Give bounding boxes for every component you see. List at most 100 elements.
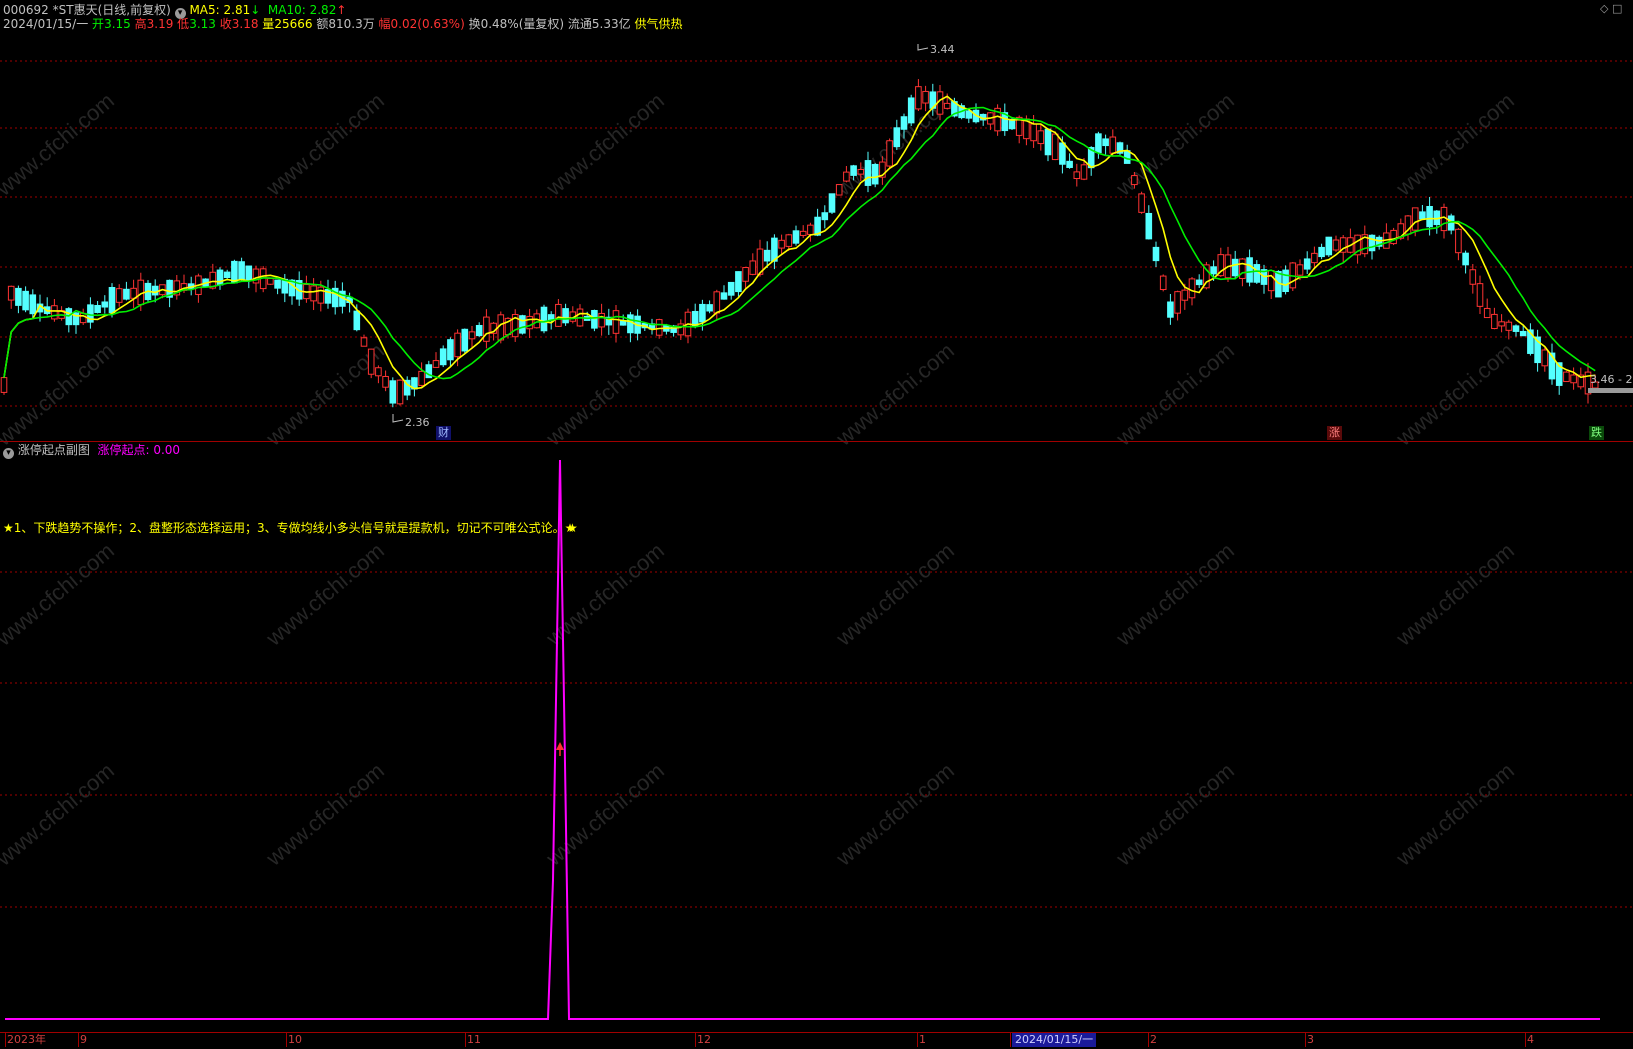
candle bbox=[1116, 141, 1124, 156]
candle-body bbox=[1368, 234, 1376, 252]
close-value: 3.18 bbox=[231, 17, 259, 31]
candle bbox=[612, 304, 620, 343]
candle-body bbox=[857, 168, 865, 175]
watermark: www.cfchi.com bbox=[1111, 538, 1239, 651]
collapse-icon[interactable]: ◇ bbox=[1600, 2, 1608, 15]
timeline-label: 1 bbox=[919, 1033, 926, 1046]
candle bbox=[1095, 131, 1102, 159]
candle-body bbox=[267, 278, 274, 285]
candle-body bbox=[1102, 138, 1109, 147]
candle-body bbox=[360, 337, 368, 347]
watermark: www.cfchi.com bbox=[541, 338, 669, 451]
candle-body bbox=[699, 303, 706, 323]
timeline-tick bbox=[5, 1033, 6, 1047]
candle bbox=[1455, 227, 1462, 261]
candle-body bbox=[216, 269, 224, 286]
watermark: www.cfchi.com bbox=[541, 88, 669, 201]
finance-tag[interactable]: 财 bbox=[436, 426, 451, 440]
candle bbox=[7, 285, 15, 309]
watermark: www.cfchi.com bbox=[1391, 338, 1519, 451]
candle-body bbox=[886, 140, 893, 167]
candle bbox=[555, 299, 562, 327]
candle bbox=[720, 285, 728, 300]
high-value: 3.19 bbox=[146, 17, 174, 31]
candle-body bbox=[871, 163, 879, 185]
candle-body bbox=[223, 271, 231, 279]
candle-body bbox=[1246, 257, 1253, 283]
high-price-marker: 3.44 bbox=[930, 43, 955, 56]
candle bbox=[1383, 223, 1390, 249]
timeline-tick bbox=[78, 1033, 79, 1047]
candle-body bbox=[792, 230, 800, 244]
candle bbox=[1491, 307, 1498, 330]
candle bbox=[1282, 265, 1289, 295]
candle-body bbox=[1195, 279, 1203, 286]
candle bbox=[1462, 250, 1469, 274]
timeline-label: 10 bbox=[288, 1033, 302, 1046]
candle-body bbox=[1282, 269, 1289, 293]
sector-tag[interactable]: 供气供热 bbox=[634, 17, 682, 31]
candle-body bbox=[123, 288, 130, 300]
candle bbox=[15, 285, 22, 314]
candle-body bbox=[1167, 301, 1174, 318]
candle-body bbox=[94, 305, 101, 313]
limit-up-tag[interactable]: 涨 bbox=[1327, 426, 1342, 440]
open-value: 3.15 bbox=[104, 17, 131, 31]
candle-body bbox=[828, 193, 836, 213]
candle-body bbox=[627, 314, 634, 334]
candle-body bbox=[483, 316, 490, 342]
timeline-cursor-date: 2024/01/15/一 bbox=[1012, 1033, 1097, 1047]
candle bbox=[605, 308, 613, 335]
watermark: www.cfchi.com bbox=[831, 538, 959, 651]
candle-body bbox=[454, 332, 461, 358]
limit-down-tag[interactable]: 跌 bbox=[1589, 426, 1604, 440]
candle-body bbox=[785, 234, 793, 247]
pane-separator[interactable] bbox=[0, 441, 1633, 442]
sub-settings-icon[interactable]: ▾ bbox=[3, 448, 14, 459]
candle bbox=[987, 112, 994, 131]
candle bbox=[569, 306, 577, 324]
candle bbox=[468, 325, 476, 349]
candle-body bbox=[706, 304, 713, 312]
candle-body bbox=[720, 292, 728, 300]
candle bbox=[1347, 228, 1354, 254]
candle-body bbox=[1095, 133, 1102, 154]
candle-body bbox=[598, 312, 605, 328]
candle bbox=[677, 319, 685, 341]
close-label: 收 bbox=[219, 17, 232, 31]
candle bbox=[907, 94, 915, 126]
candle bbox=[713, 289, 721, 321]
candle bbox=[396, 379, 404, 406]
candle-body bbox=[151, 285, 159, 296]
watermark: www.cfchi.com bbox=[1391, 538, 1519, 651]
candle bbox=[1440, 203, 1448, 239]
watermark: www.cfchi.com bbox=[1111, 758, 1239, 871]
candle-body bbox=[1231, 258, 1239, 277]
candle bbox=[1469, 264, 1477, 294]
candle-body bbox=[389, 380, 397, 404]
candle-body bbox=[310, 285, 317, 302]
candle-body bbox=[1080, 164, 1088, 180]
candle bbox=[915, 79, 922, 112]
candle bbox=[994, 104, 1001, 136]
candle bbox=[519, 314, 526, 335]
volume-value: 25666 bbox=[274, 17, 313, 31]
candle-body bbox=[317, 286, 325, 304]
change-value: 0.02(0.63%) bbox=[390, 17, 465, 31]
change-label: 幅 bbox=[378, 17, 391, 31]
candle bbox=[360, 334, 368, 347]
open-label: 开 bbox=[92, 17, 105, 31]
timeline-tick bbox=[286, 1033, 287, 1047]
expand-icon[interactable]: □ bbox=[1612, 2, 1622, 15]
timeline-label: 9 bbox=[80, 1033, 87, 1046]
candle-body bbox=[749, 260, 757, 275]
candle-body bbox=[1476, 283, 1484, 307]
candle-body bbox=[915, 86, 922, 110]
candle bbox=[511, 309, 519, 342]
candle bbox=[461, 328, 469, 354]
candle bbox=[1123, 144, 1131, 164]
candle-body bbox=[1051, 133, 1059, 161]
candle-body bbox=[1159, 275, 1167, 291]
candle bbox=[238, 257, 245, 281]
candle bbox=[727, 281, 735, 300]
